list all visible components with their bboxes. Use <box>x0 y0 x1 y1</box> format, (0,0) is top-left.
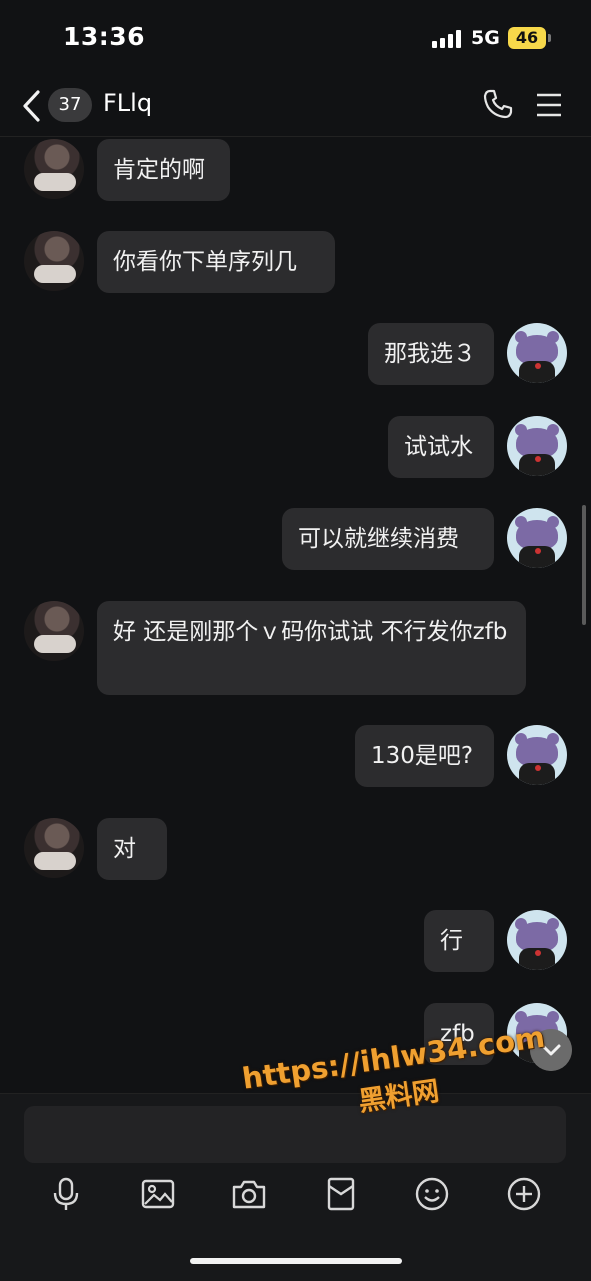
contact-avatar[interactable] <box>24 139 84 199</box>
camera-icon[interactable] <box>231 1176 267 1212</box>
emoji-icon[interactable] <box>414 1176 450 1212</box>
chat-header: 37 FLlq <box>0 76 591 137</box>
contact-avatar[interactable] <box>24 601 84 661</box>
contact-avatar[interactable] <box>24 231 84 291</box>
message-bubble[interactable]: 试试水 <box>388 416 494 478</box>
battery-icon: 46 <box>508 27 546 49</box>
scrollbar[interactable] <box>582 505 586 625</box>
back-chevron-icon[interactable] <box>20 89 46 123</box>
message-incoming: 你看你下单序列几 <box>0 231 591 293</box>
message-incoming: 肯定的啊 <box>0 139 591 201</box>
user-avatar[interactable] <box>507 508 567 568</box>
plus-icon[interactable] <box>506 1176 542 1212</box>
microphone-icon[interactable] <box>48 1176 84 1212</box>
message-outgoing: 可以就继续消费 <box>0 508 591 570</box>
message-bubble[interactable]: 那我选３ <box>368 323 494 385</box>
user-avatar[interactable] <box>507 910 567 970</box>
message-bubble[interactable]: 可以就继续消费 <box>282 508 494 570</box>
network-type: 5G <box>471 27 500 49</box>
message-outgoing: 130是吧? <box>0 725 591 787</box>
user-avatar[interactable] <box>507 323 567 383</box>
phone-call-icon[interactable] <box>482 88 514 120</box>
message-incoming: 对 <box>0 818 591 880</box>
user-avatar[interactable] <box>507 416 567 476</box>
message-bubble[interactable]: 行 <box>424 910 494 972</box>
status-bar: 13:36 5G 46 <box>0 0 591 76</box>
status-time: 13:36 <box>63 22 146 51</box>
battery-cap <box>548 34 551 42</box>
user-avatar[interactable] <box>507 725 567 785</box>
home-indicator[interactable] <box>190 1258 402 1264</box>
message-bubble[interactable]: 肯定的啊 <box>97 139 230 201</box>
image-icon[interactable] <box>140 1176 176 1212</box>
message-bubble[interactable]: 好 还是刚那个ｖ码你试试 不行发你zfb <box>97 601 526 695</box>
message-incoming: 好 还是刚那个ｖ码你试试 不行发你zfb <box>0 601 591 695</box>
red-packet-icon[interactable] <box>323 1176 359 1212</box>
contact-avatar[interactable] <box>24 818 84 878</box>
message-outgoing: 行 <box>0 910 591 972</box>
cellular-signal-icon <box>432 30 464 48</box>
message-bubble[interactable]: 你看你下单序列几 <box>97 231 335 293</box>
message-outgoing: 试试水 <box>0 416 591 478</box>
message-outgoing: 那我选３ <box>0 323 591 385</box>
contact-name: FLlq <box>103 89 153 117</box>
message-list[interactable]: 肯定的啊 你看你下单序列几 那我选３ 试试水 可以就继续消费 好 还是刚那个ｖ码… <box>0 137 591 1092</box>
menu-icon[interactable] <box>536 92 562 118</box>
message-bubble[interactable]: 对 <box>97 818 167 880</box>
unread-count-badge[interactable]: 37 <box>48 88 92 122</box>
message-bubble[interactable]: 130是吧? <box>355 725 494 787</box>
